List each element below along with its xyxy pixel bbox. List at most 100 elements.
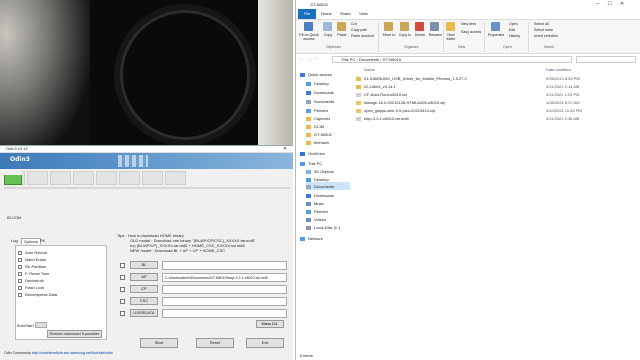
option-f-reset-time[interactable]: F. Reset Time [18,271,49,276]
userdata-path-field[interactable] [162,309,287,318]
nav-pc-downloads[interactable]: Downloads [306,193,334,198]
bl-checkbox[interactable] [120,263,125,268]
community-link[interactable]: http://mobilerndhub.sec.samsung.net/hub/… [32,351,113,355]
pin-quick-access-button[interactable]: Pin to Quick access [298,33,320,41]
nav-3d-objects[interactable]: 3D Objects [306,169,334,174]
option-device-info[interactable]: DeviceInfo [18,278,44,283]
file-name[interactable]: open_gapps-arm-9.0-pico-20210410.zip [364,108,435,113]
paste-shortcut-button[interactable]: Paste shortcut [351,34,374,38]
move-to-icon[interactable] [384,22,393,31]
close-icon[interactable]: ✕ [283,146,287,152]
ap-path-field[interactable]: C:\Users\admin\Documents\GT-N8010\twrp-3… [162,273,287,282]
breadcrumb-this-pc[interactable]: This PC [341,57,355,62]
ap-button[interactable]: AP [130,273,158,281]
checkbox[interactable] [18,257,22,262]
nav-desktop[interactable]: Desktop [306,81,329,86]
file-name[interactable]: CF-Auto-Root-n8010.tar [364,92,407,97]
nav-this-pc[interactable]: This PC [300,161,322,166]
column-name[interactable]: Name [364,67,375,72]
file-row[interactable] [354,83,640,91]
checkbox[interactable] [18,278,22,283]
nav-captures[interactable]: Captures [306,116,330,121]
nav-pc-pictures[interactable]: Pictures [306,209,328,214]
copy-button[interactable]: Copy [322,33,334,37]
nav-pictures[interactable]: Pictures [306,108,328,113]
csc-button[interactable]: CSC [130,297,158,305]
breadcrumb-documents[interactable]: Documents [359,57,379,62]
breadcrumb-gt-n8010[interactable]: GT-N8010 [383,57,401,62]
rename-icon[interactable] [430,22,439,31]
nav-music[interactable]: Music [306,201,324,206]
address-bar[interactable]: This PC › Documents › GT-N8010 [332,56,572,63]
column-date-modified[interactable]: Date modified [546,67,571,72]
edit-button[interactable]: Edit [509,28,515,32]
cp-button[interactable]: CP [130,285,158,293]
properties-button[interactable]: Properties [486,33,506,37]
checkbox[interactable] [18,292,22,297]
reboot-download-button[interactable]: Reboot download if possible [47,330,102,338]
history-button[interactable]: History [509,34,520,38]
file-name[interactable]: twrp-3.3.1-n8010.tar.md5 [364,116,409,121]
cut-button[interactable]: Cut [351,22,357,26]
nav-local-disk[interactable]: Local Disk (C:) [306,225,340,230]
csc-checkbox[interactable] [120,299,125,304]
nav-gt-n8010[interactable]: GT-N8010 [306,132,332,137]
easy-access-button[interactable]: Easy access [461,30,481,34]
copy-to-button[interactable]: Copy to [397,33,413,37]
move-to-button[interactable]: Move to [381,33,397,37]
nav-pc-documents[interactable]: Documents [306,184,334,189]
nav-lenmach[interactable]: lenmach [306,140,329,145]
file-name[interactable]: lineage-16.0-20210128-HTMLA405-n8010.zip [364,100,445,105]
option-decompress-data[interactable]: Decompress Data [18,292,57,297]
cp-path-field[interactable] [162,285,287,294]
new-folder-icon[interactable] [446,22,455,31]
checkbox[interactable] [18,271,22,276]
checkbox[interactable] [18,250,22,255]
autostart-select[interactable] [35,322,47,328]
userdata-button[interactable]: USERDATA [130,309,158,317]
mass-dl-button[interactable]: Mass D/L [256,320,284,328]
window-controls[interactable]: ─☐✕ [596,1,632,7]
start-button[interactable]: Start [140,338,178,348]
nav-pc-desktop[interactable]: Desktop [306,177,329,182]
nav-documents[interactable]: Documents [306,99,334,104]
copy-path-button[interactable]: Copy path [351,28,367,32]
nav-videos[interactable]: Videos [306,217,326,222]
tab-log[interactable]: Log [9,238,20,243]
reset-button[interactable]: Reset [196,338,234,348]
pin-icon[interactable] [304,22,313,31]
option-auto-reboot[interactable]: Auto Reboot [18,250,47,255]
ap-checkbox[interactable] [120,275,125,280]
new-item-button[interactable]: New item [461,22,476,26]
nav-network[interactable]: Network [300,236,323,241]
nav-onedrive[interactable]: OneDrive [300,151,325,156]
file-name[interactable]: 01-SAMSUNG_USB_Driver_for_Mobile_Phones_… [364,76,467,81]
userdata-checkbox[interactable] [120,311,125,316]
delete-button[interactable]: Delete [412,33,428,37]
search-input[interactable] [576,56,636,63]
invert-selection-button[interactable]: Invert selection [534,34,558,38]
nav-dcim[interactable]: DCIM [306,124,324,129]
option-flash-lock[interactable]: Flash Lock [18,285,44,290]
select-all-button[interactable]: Select all [534,22,549,26]
checkbox[interactable] [18,285,22,290]
rename-button[interactable]: Rename [427,33,444,37]
csc-path-field[interactable] [162,297,287,306]
nav-quick-access[interactable]: Quick access [300,72,332,77]
cp-checkbox[interactable] [120,287,125,292]
option-nand-erase[interactable]: Nand Erase [18,257,46,262]
open-button[interactable]: Open [509,22,518,26]
delete-icon[interactable] [415,22,424,31]
paste-button[interactable]: Paste [335,33,349,37]
select-none-button[interactable]: Select none [534,28,553,32]
tab-pit[interactable]: Pit [38,238,47,243]
navigation-arrows[interactable]: ←→↑ [299,56,321,62]
nav-downloads[interactable]: Downloads [306,90,334,95]
copy-icon[interactable] [323,22,332,31]
bl-button[interactable]: BL [130,261,158,269]
tab-home[interactable]: Home [321,11,332,16]
tab-file[interactable]: File [298,9,316,19]
new-folder-button[interactable]: New folder [444,33,458,41]
option-re-partition[interactable]: Re-Partition [18,264,46,269]
checkbox[interactable] [18,264,22,269]
